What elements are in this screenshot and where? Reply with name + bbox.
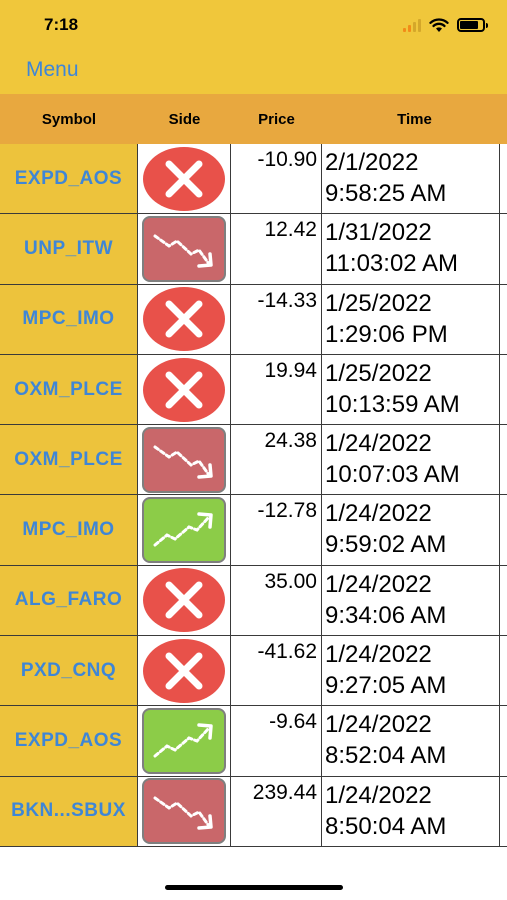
cellular-signal-icon: [403, 18, 421, 32]
status-time: 7:18: [44, 15, 79, 34]
time-cell: 1/25/2022 10:13:59 AM: [322, 354, 500, 425]
price-cell: 239.44: [231, 776, 322, 846]
price-cell: 19.94: [231, 354, 322, 425]
side-cell: [138, 495, 231, 565]
close-x-icon: [143, 638, 225, 703]
trade-time: 9:59:02 AM: [325, 531, 447, 559]
side-cell: [138, 144, 231, 214]
trade-date: 1/25/2022: [325, 289, 432, 317]
table-row[interactable]: OXM_PLCE 19.94 1/25/2022 10:13:59 AM: [0, 354, 507, 426]
trend-up-icon: [142, 708, 226, 775]
trade-date: 1/24/2022: [325, 711, 432, 739]
symbol-cell[interactable]: BKN...SBUX: [0, 776, 138, 846]
time-cell: 1/24/2022 8:52:04 AM: [322, 706, 500, 776]
trades-table: EXPD_AOS -10.90 2/1/2022 9:58:25 AM UNP_ITW 1…: [0, 144, 507, 847]
side-cell: [138, 214, 231, 284]
column-header-side: Side: [168, 110, 201, 128]
symbol-cell[interactable]: EXPD_AOS: [0, 706, 138, 776]
trade-time: 11:03:02 AM: [325, 250, 458, 278]
side-cell: [138, 565, 231, 636]
price-cell: 24.38: [231, 425, 322, 495]
symbol-cell[interactable]: OXM_PLCE: [0, 425, 138, 495]
symbol-cell[interactable]: ALG_FARO: [0, 565, 138, 636]
side-cell: [138, 636, 231, 706]
trade-date: 1/24/2022: [325, 781, 432, 809]
trade-time: 9:27:05 AM: [325, 672, 447, 700]
table-row[interactable]: MPC_IMO -12.78 1/24/2022 9:59:02 AM: [0, 495, 507, 566]
trend-down-icon: [142, 778, 226, 845]
time-cell: 1/24/2022 8:50:04 AM: [322, 776, 500, 846]
close-x-icon: [143, 568, 225, 633]
price-cell: 35.00: [231, 565, 322, 636]
time-cell: 1/25/2022 1:29:06 PM: [322, 284, 500, 354]
trade-time: 1:29:06 PM: [325, 320, 448, 348]
battery-icon: [457, 18, 488, 32]
time-cell: 1/24/2022 10:07:03 AM: [322, 425, 500, 495]
table-row[interactable]: BKN...SBUX 239.44 1/24/2022 8:50:04 AM: [0, 776, 507, 847]
trade-time: 9:58:25 AM: [325, 180, 447, 207]
trade-time: 10:07:03 AM: [325, 461, 460, 489]
wifi-icon: [429, 17, 449, 32]
table-row[interactable]: MPC_IMO -14.33 1/25/2022 1:29:06 PM: [0, 284, 507, 355]
menu-button[interactable]: Menu: [26, 58, 79, 82]
time-cell: 2/1/2022 9:58:25 AM: [322, 144, 500, 214]
time-cell: 1/31/2022 11:03:02 AM: [322, 214, 500, 284]
side-cell: [138, 776, 231, 846]
price-cell: -14.33: [231, 284, 322, 354]
symbol-cell[interactable]: UNP_ITW: [0, 214, 138, 284]
trade-date: 1/24/2022: [325, 641, 432, 669]
status-bar: 7:18: [0, 0, 507, 50]
table-row[interactable]: EXPD_AOS -10.90 2/1/2022 9:58:25 AM: [0, 144, 507, 215]
symbol-cell[interactable]: EXPD_AOS: [0, 144, 138, 214]
symbol-cell[interactable]: PXD_CNQ: [0, 636, 138, 706]
trade-date: 1/25/2022: [325, 359, 432, 387]
close-x-icon: [143, 287, 225, 352]
table-row[interactable]: OXM_PLCE 24.38 1/24/2022 10:07:03 AM: [0, 425, 507, 496]
home-indicator[interactable]: [165, 885, 343, 890]
table-header: Symbol Side Price Time: [0, 94, 507, 144]
table-row[interactable]: EXPD_AOS -9.64 1/24/2022 8:52:04 AM: [0, 706, 507, 777]
time-cell: 1/24/2022 9:59:02 AM: [322, 495, 500, 565]
column-header-price: Price: [258, 110, 295, 128]
trade-time: 9:34:06 AM: [325, 601, 447, 629]
column-header-time: Time: [397, 110, 432, 128]
symbol-cell[interactable]: MPC_IMO: [0, 284, 138, 354]
price-cell: -12.78: [231, 495, 322, 565]
trend-up-icon: [142, 497, 226, 564]
side-cell: [138, 284, 231, 354]
column-header-symbol: Symbol: [41, 110, 97, 128]
close-x-icon: [143, 146, 225, 211]
side-cell: [138, 706, 231, 776]
time-cell: 1/24/2022 9:27:05 AM: [322, 636, 500, 706]
trade-time: 8:52:04 AM: [325, 742, 447, 770]
price-cell: 12.42: [231, 214, 322, 284]
side-cell: [138, 354, 231, 425]
close-x-icon: [143, 357, 225, 422]
trade-date: 1/24/2022: [325, 500, 432, 528]
table-row[interactable]: PXD_CNQ -41.62 1/24/2022 9:27:05 AM: [0, 636, 507, 707]
price-cell: -9.64: [231, 706, 322, 776]
status-icons: [403, 15, 488, 35]
trade-time: 8:50:04 AM: [325, 812, 447, 840]
trend-down-icon: [142, 426, 226, 493]
trend-down-icon: [142, 215, 226, 282]
price-cell: -41.62: [231, 636, 322, 706]
time-cell: 1/24/2022 9:34:06 AM: [322, 565, 500, 636]
symbol-cell[interactable]: MPC_IMO: [0, 495, 138, 565]
table-row[interactable]: ALG_FARO 35.00 1/24/2022 9:34:06 AM: [0, 565, 507, 637]
trade-date: 2/1/2022: [325, 149, 419, 176]
trade-date: 1/24/2022: [325, 430, 432, 458]
navigation-bar: Menu: [0, 50, 507, 94]
trade-date: 1/24/2022: [325, 570, 432, 598]
trade-time: 10:13:59 AM: [325, 390, 460, 418]
trade-date: 1/31/2022: [325, 219, 432, 247]
table-row[interactable]: UNP_ITW 12.42 1/31/2022 11:03:02 AM: [0, 214, 507, 285]
price-cell: -10.90: [231, 144, 322, 214]
symbol-cell[interactable]: OXM_PLCE: [0, 354, 138, 425]
side-cell: [138, 425, 231, 495]
